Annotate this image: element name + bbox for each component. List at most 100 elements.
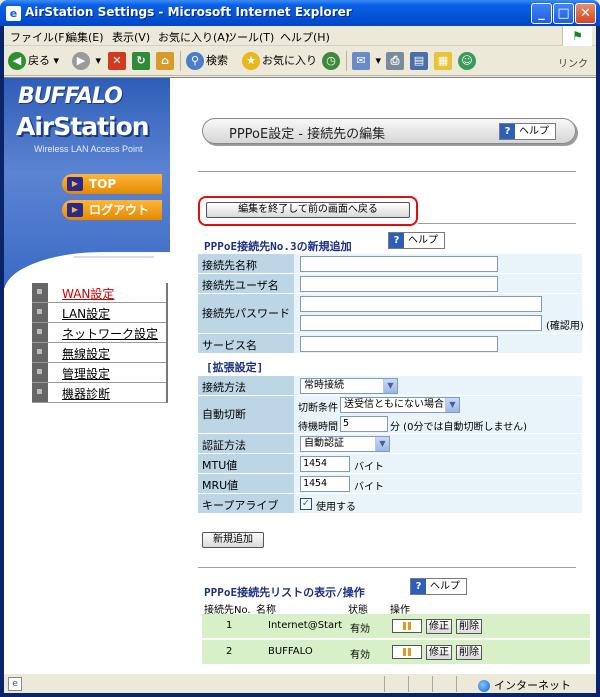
edit-entry-button[interactable]: 修正 xyxy=(426,619,452,634)
edit-button[interactable]: ▤ xyxy=(410,51,430,71)
mru-unit: バイト xyxy=(354,482,384,493)
wait-time-input[interactable]: 5 xyxy=(340,416,388,432)
pause-icon[interactable] xyxy=(392,619,422,633)
add-new-button[interactable]: 新規追加 xyxy=(202,532,264,548)
pause-icon[interactable] xyxy=(392,645,422,659)
window-title: AirStation Settings - Microsoft Internet… xyxy=(25,5,352,19)
links-label[interactable]: リンク xyxy=(558,55,588,70)
back-button[interactable]: ◀ 戻る ▾ xyxy=(8,51,59,71)
name-cell xyxy=(294,254,582,274)
mru-label: MRU値 xyxy=(198,474,294,494)
connection-method-label: 接続方法 xyxy=(198,376,294,396)
sidebar-item-lan[interactable]: LAN設定 xyxy=(32,303,168,323)
list-help-button[interactable]: ? ヘルプ xyxy=(410,578,467,595)
history-button[interactable]: ◷ xyxy=(322,51,342,71)
service-name-input[interactable] xyxy=(300,336,498,352)
keepalive-checkbox[interactable]: ✓ xyxy=(300,498,312,510)
product-tagline: Wireless LAN Access Point xyxy=(34,144,143,154)
sidebar-item-wireless[interactable]: 無線設定 xyxy=(32,343,168,363)
new-entry-title: PPPoE接続先No.3の新規追加 xyxy=(204,240,352,253)
connection-method-select[interactable]: 常時接続 ▼ xyxy=(300,378,398,394)
forward-arrow-icon: ▶ xyxy=(72,52,90,70)
top-button[interactable]: ▶ TOP xyxy=(62,174,162,194)
chevron-down-icon: ▼ xyxy=(375,437,389,451)
stop-icon: ✕ xyxy=(108,52,126,70)
auth-method-select[interactable]: 自動認証 ▼ xyxy=(300,436,390,452)
new-entry-help-button[interactable]: ? ヘルプ xyxy=(388,232,445,249)
brand-divider xyxy=(74,256,154,258)
browser-window: e AirStation Settings - Microsoft Intern… xyxy=(0,0,600,697)
nav-bullet-icon xyxy=(32,323,48,342)
stop-button[interactable]: ✕ xyxy=(108,51,128,71)
sidebar-item-wan[interactable]: WAN設定 xyxy=(32,283,168,303)
username-input[interactable] xyxy=(300,276,498,292)
sidebar-item-network[interactable]: ネットワーク設定 xyxy=(32,323,168,343)
menu-tools[interactable]: ツール(T) xyxy=(226,29,274,45)
service-cell xyxy=(294,334,582,354)
keepalive-cell: ✓ 使用する xyxy=(294,494,582,514)
row-name: Internet@Start xyxy=(268,620,343,631)
password-input[interactable] xyxy=(300,296,542,312)
row-name: BUFFALO xyxy=(268,646,313,657)
disconnect-condition-select[interactable]: 送受信ともにない場合 ▼ xyxy=(340,397,460,413)
row-status: 有効 xyxy=(350,650,370,661)
password-confirm-input[interactable] xyxy=(300,315,542,331)
sidebar-item-admin[interactable]: 管理設定 xyxy=(32,363,168,383)
back-to-previous-button[interactable]: 編集を終了して前の画面へ戻る xyxy=(206,202,410,218)
page-title: PPPoE設定 - 接続先の編集 xyxy=(229,127,386,142)
sidebar-item-diagnostics[interactable]: 機器診断 xyxy=(32,383,168,403)
discuss-button[interactable]: ▦ xyxy=(434,51,454,71)
page-header: PPPoE設定 - 接続先の編集 ? ヘルプ xyxy=(202,118,576,144)
mru-cell: 1454 バイト xyxy=(294,474,582,494)
help-button[interactable]: ? ヘルプ xyxy=(499,123,556,140)
minimize-button[interactable]: _ xyxy=(531,3,552,24)
keepalive-text: 使用する xyxy=(316,502,356,513)
connection-name-input[interactable] xyxy=(300,256,498,272)
buffalo-logo: BUFFALO xyxy=(18,84,123,109)
arrow-right-icon: ▶ xyxy=(67,177,83,191)
maximize-button[interactable]: □ xyxy=(553,3,574,24)
note-icon: ▦ xyxy=(434,52,452,70)
confirm-note: (確認用) xyxy=(546,321,584,332)
search-icon: ⚲ xyxy=(186,52,204,70)
menu-file[interactable]: ファイル(F) xyxy=(10,29,69,45)
service-label: サービス名 xyxy=(198,334,294,354)
forward-button[interactable]: ▶ ▾ xyxy=(72,51,101,71)
menu-favorites[interactable]: お気に入り(A) xyxy=(158,29,229,45)
client-area: ファイル(F) 編集(E) 表示(V) お気に入り(A) ツール(T) ヘルプ(… xyxy=(4,26,596,693)
nav-bullet-icon xyxy=(32,383,48,402)
divider xyxy=(418,223,576,224)
help-icon: ? xyxy=(389,233,404,248)
windows-logo-icon: ⚑ xyxy=(562,26,592,46)
print-button[interactable]: ⎙ xyxy=(386,51,406,71)
toolbar-separator xyxy=(346,51,347,71)
edit-entry-button[interactable]: 修正 xyxy=(426,645,452,660)
menu-view[interactable]: 表示(V) xyxy=(112,29,150,45)
auth-method-cell: 自動認証 ▼ xyxy=(294,434,582,454)
messenger-button[interactable]: ☺ xyxy=(458,51,478,71)
search-button[interactable]: ⚲ 検索 xyxy=(186,51,228,71)
mtu-label: MTU値 xyxy=(198,454,294,474)
menu-edit[interactable]: 編集(E) xyxy=(66,29,104,45)
divider xyxy=(198,171,576,172)
menu-help[interactable]: ヘルプ(H) xyxy=(280,29,330,45)
help-icon: ? xyxy=(500,124,515,139)
page-viewport: BUFFALO AirStation Wireless LAN Access P… xyxy=(4,77,596,673)
mtu-input[interactable]: 1454 xyxy=(300,456,350,472)
back-arrow-icon: ◀ xyxy=(8,52,26,70)
refresh-button[interactable]: ↻ xyxy=(132,51,152,71)
delete-entry-button[interactable]: 削除 xyxy=(456,645,482,660)
logout-button[interactable]: ▶ ログアウト xyxy=(62,200,162,220)
favorites-button[interactable]: ★ お気に入り xyxy=(242,51,317,71)
mru-input[interactable]: 1454 xyxy=(300,476,350,492)
nav-bullet-icon xyxy=(32,363,48,382)
close-button[interactable]: ✕ xyxy=(575,3,596,24)
mail-button[interactable]: ✉ ▾ xyxy=(352,51,381,71)
password-cell: (確認用) xyxy=(294,294,584,334)
nav-bullet-icon xyxy=(32,303,48,322)
mtu-unit: バイト xyxy=(354,462,384,473)
delete-entry-button[interactable]: 削除 xyxy=(456,619,482,634)
home-button[interactable]: ⌂ xyxy=(156,51,176,71)
title-bar[interactable]: e AirStation Settings - Microsoft Intern… xyxy=(0,0,600,26)
user-cell xyxy=(294,274,582,294)
